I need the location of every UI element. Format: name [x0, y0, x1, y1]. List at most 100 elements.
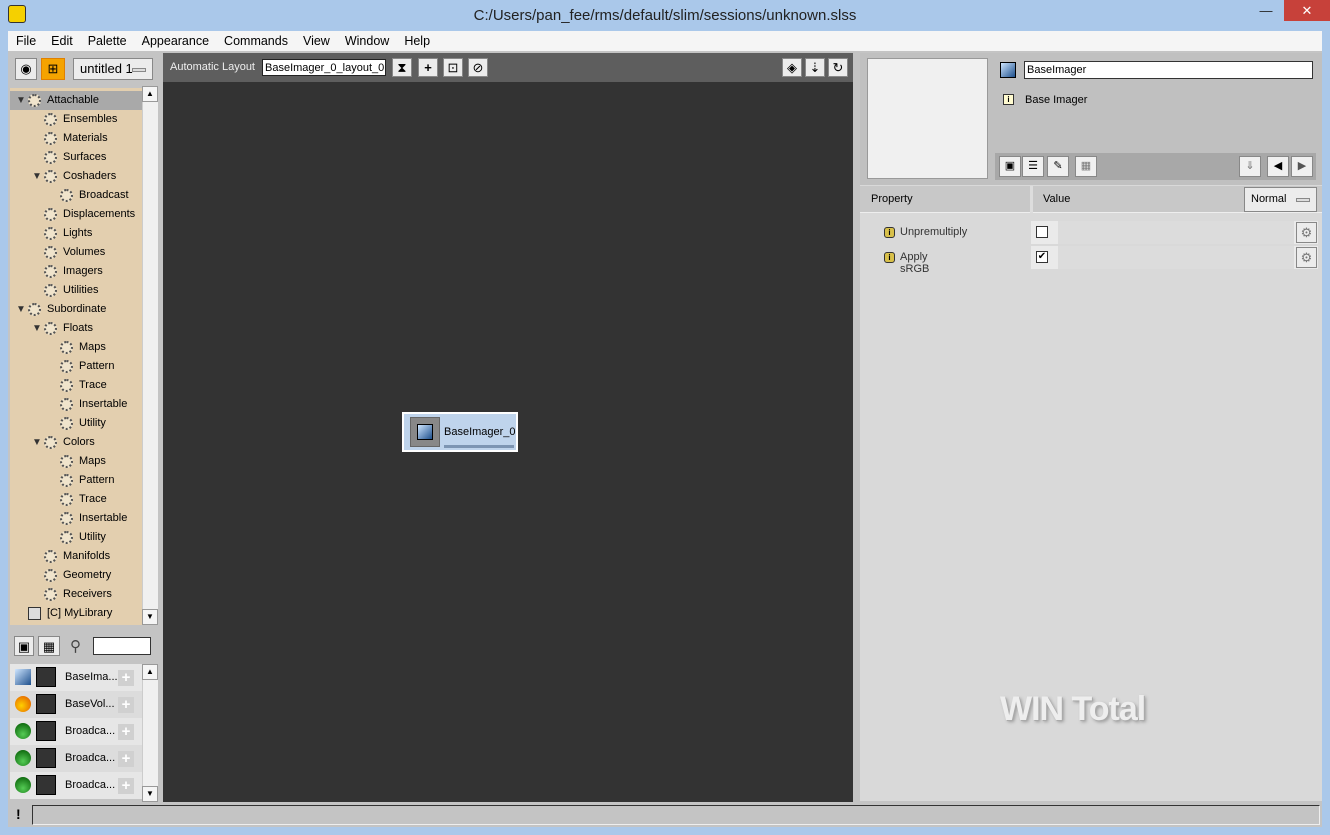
tree-item[interactable]: Utilities — [10, 281, 142, 300]
tree-item[interactable]: Trace — [10, 490, 142, 509]
scroll-down-button[interactable]: ▼ — [142, 609, 158, 625]
tree-item[interactable]: Utility — [10, 528, 142, 547]
pattern-button[interactable]: ▦ — [38, 636, 60, 656]
add-instance-button[interactable]: + — [118, 751, 134, 767]
mode-selector[interactable]: Normal — [1244, 187, 1317, 212]
scroll-up-button[interactable]: ▲ — [142, 86, 158, 102]
tree-item[interactable]: Maps — [10, 452, 142, 471]
prev-button[interactable]: ◀ — [1267, 156, 1289, 177]
next-button[interactable]: ▶ — [1291, 156, 1313, 177]
add-instance-button[interactable]: + — [118, 670, 134, 686]
tree-item[interactable]: Lights — [10, 224, 142, 243]
layout-dropdown-button[interactable]: ⧗ — [392, 58, 412, 77]
tree-item[interactable]: Imagers — [10, 262, 142, 281]
instance-item[interactable]: Broadca... + — [10, 718, 142, 745]
column-divider[interactable] — [1030, 186, 1033, 213]
delete-layout-button[interactable]: ⊘ — [468, 58, 488, 77]
tree-item[interactable]: Surfaces — [10, 148, 142, 167]
category-icon — [28, 302, 41, 316]
menu-appearance[interactable]: Appearance — [134, 31, 216, 51]
add-button[interactable]: + — [418, 58, 438, 77]
pin-button[interactable]: ✎ — [1047, 156, 1069, 177]
tree-item[interactable]: Geometry — [10, 566, 142, 585]
menu-window[interactable]: Window — [337, 31, 396, 51]
tree-item[interactable]: Receivers — [10, 585, 142, 604]
layout-tree-button[interactable]: ⇣ — [805, 58, 825, 77]
gear-icon[interactable]: ⚙ — [1296, 222, 1317, 243]
menu-edit[interactable]: Edit — [43, 31, 80, 51]
expand-button[interactable]: ⇓ — [1239, 156, 1261, 177]
instance-item[interactable]: Broadca... + — [10, 772, 142, 799]
instance-item[interactable]: BaseVol... + — [10, 691, 142, 718]
tree-item[interactable]: [C] MyLibrary — [10, 604, 142, 623]
tree-item[interactable]: Insertable — [10, 395, 142, 414]
menu-file[interactable]: File — [8, 31, 43, 51]
info-icon[interactable]: i — [884, 227, 895, 238]
expand-arrow-icon[interactable]: ▼ — [32, 319, 44, 338]
expand-arrow-icon[interactable]: ▼ — [16, 91, 28, 110]
instance-scrollbar[interactable] — [142, 664, 158, 802]
menu-view[interactable]: View — [295, 31, 337, 51]
category-icon — [44, 587, 57, 601]
tree-item[interactable]: Trace — [10, 376, 142, 395]
tree-item[interactable]: Materials — [10, 129, 142, 148]
palette-selector[interactable]: untitled 1 — [73, 58, 153, 80]
tree-item[interactable]: Volumes — [10, 243, 142, 262]
add-palette-button[interactable]: ⊞ — [41, 58, 65, 80]
search-input[interactable] — [93, 637, 151, 655]
close-button[interactable]: ✕ — [1284, 0, 1330, 21]
node-menu-button[interactable]: ▣ — [999, 156, 1021, 177]
add-instance-button[interactable]: + — [118, 697, 134, 713]
node-name-input[interactable] — [1024, 61, 1313, 79]
instance-item[interactable]: BaseIma... + — [10, 664, 142, 691]
tree-item[interactable]: Manifolds — [10, 547, 142, 566]
tree-item[interactable]: Broadcast — [10, 186, 142, 205]
tree-item[interactable]: Displacements — [10, 205, 142, 224]
tree-item[interactable]: Utility — [10, 414, 142, 433]
layout-name-input[interactable] — [262, 59, 386, 76]
tree-item[interactable]: ▼ Attachable — [10, 91, 142, 110]
tree-item[interactable]: Maps — [10, 338, 142, 357]
tree-item[interactable]: ▼ Coshaders — [10, 167, 142, 186]
pattern-button[interactable]: ▦ — [1075, 156, 1097, 177]
tree-item-label: Insertable — [79, 512, 128, 524]
property-checkbox[interactable]: ✔ — [1036, 251, 1048, 263]
refresh-button[interactable]: ↻ — [828, 58, 848, 77]
property-checkbox[interactable] — [1036, 226, 1048, 238]
list-button[interactable]: ☰ — [1022, 156, 1044, 177]
minimize-button[interactable]: — — [1252, 0, 1280, 22]
add-instance-button[interactable]: + — [118, 778, 134, 794]
tree-item[interactable]: ▼ Floats — [10, 319, 142, 338]
category-icon — [28, 93, 41, 107]
node-menu-button[interactable]: ▣ — [14, 636, 34, 656]
frame-all-button[interactable]: ◈ — [782, 58, 802, 77]
node-baseimager[interactable]: BaseImager_0 — [402, 412, 518, 452]
menu-help[interactable]: Help — [396, 31, 437, 51]
menu-palette[interactable]: Palette — [80, 31, 134, 51]
instance-scroll-up[interactable]: ▲ — [142, 664, 158, 680]
expand-arrow-icon[interactable]: ▼ — [32, 433, 44, 452]
eye-icon[interactable]: ◉ — [15, 58, 37, 80]
tree-item[interactable]: Insertable — [10, 509, 142, 528]
tree-item[interactable]: Pattern — [10, 357, 142, 376]
add-instance-button[interactable]: + — [118, 724, 134, 740]
color-swatch — [36, 775, 56, 795]
expand-arrow-icon[interactable]: ▼ — [16, 300, 28, 319]
add-selected-button[interactable]: ⊡ — [443, 58, 463, 77]
info-icon[interactable]: i — [1003, 94, 1014, 105]
menu-commands[interactable]: Commands — [216, 31, 295, 51]
instance-scroll-down[interactable]: ▼ — [142, 786, 158, 802]
canvas-toolbar: Automatic Layout ⧗ + ⊡ ⊘ ◈ ⇣ ↻ — [163, 53, 853, 82]
tree-item[interactable]: ▼ Colors — [10, 433, 142, 452]
color-swatch — [36, 667, 56, 687]
tree-item[interactable]: Ensembles — [10, 110, 142, 129]
tree-item[interactable]: Pattern — [10, 471, 142, 490]
instance-item[interactable]: Broadca... + — [10, 745, 142, 772]
tree-item-label: Receivers — [63, 588, 112, 600]
tree-item[interactable]: ▼ Subordinate — [10, 300, 142, 319]
gear-icon[interactable]: ⚙ — [1296, 247, 1317, 268]
expand-arrow-icon[interactable]: ▼ — [32, 167, 44, 186]
tree-scrollbar[interactable] — [142, 86, 158, 625]
tree-item-label: Coshaders — [63, 170, 117, 182]
info-icon[interactable]: i — [884, 252, 895, 263]
